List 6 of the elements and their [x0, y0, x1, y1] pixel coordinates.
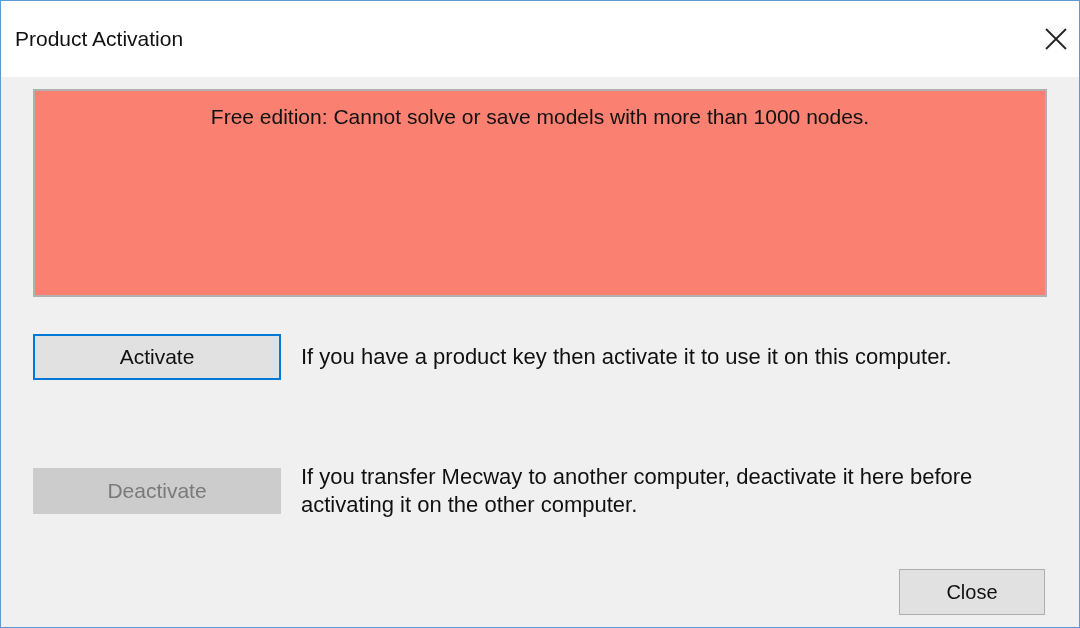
action-description: If you transfer Mecway to another computer, deactivate it here before activating it on the other computer.	[301, 463, 974, 519]
notice-text: Free edition: Cannot solve or save models with more than 1000 nodes.	[210, 104, 870, 130]
action-description: If you have a product key then activate it to use it on this computer.	[301, 343, 953, 371]
action-button[interactable]: Activate	[33, 334, 281, 380]
close-button[interactable]: Close	[899, 569, 1045, 615]
window-title: Product Activation	[15, 26, 184, 53]
